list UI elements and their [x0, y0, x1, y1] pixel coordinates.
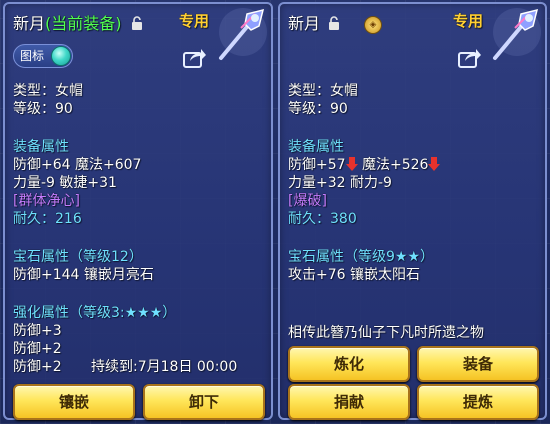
- icon-toggle[interactable]: 图标: [13, 44, 73, 68]
- share-icon[interactable]: [183, 46, 207, 68]
- lock-icon[interactable]: [131, 16, 143, 30]
- enhance-line-3: 防御+2: [13, 359, 62, 375]
- donate-button[interactable]: 捐献: [288, 384, 410, 420]
- down-arrow-icon: [428, 157, 441, 171]
- unequip-button[interactable]: 卸下: [143, 384, 265, 420]
- item-name: 新月: [288, 14, 321, 33]
- item-name-text: 新月: [13, 14, 46, 33]
- item-name: 新月(当前装备): [13, 14, 122, 34]
- enhance-line-1: 防御+3: [13, 323, 62, 339]
- lore-text: 相传此簪乃仙子下凡时所遗之物: [288, 325, 484, 341]
- equip-button[interactable]: 装备: [417, 346, 539, 382]
- weapon-icon: [219, 8, 267, 60]
- special-skill: [群体净心]: [13, 193, 80, 209]
- compare-equipment-panel: 新月 ◈ 专用 类型：女帽 等级：90 装备属性 防御+57 魔法+526 力量…: [278, 2, 547, 420]
- toggle-label: 图标: [20, 49, 45, 63]
- inlay-button[interactable]: 镶嵌: [13, 384, 135, 420]
- attr-line-1: 防御+64 魔法+607: [13, 157, 142, 173]
- current-equipment-panel: 新月(当前装备) 专用 图标 类型：女帽 等级：90 装备属性 防御+64 魔法…: [3, 2, 273, 420]
- lock-icon[interactable]: [328, 16, 340, 30]
- level-line: 等级：90: [13, 101, 73, 117]
- special-skill: [爆破]: [288, 193, 327, 209]
- exclusive-label: 专用: [453, 12, 484, 30]
- type-line: 类型：女帽: [13, 83, 83, 99]
- share-icon[interactable]: [458, 46, 482, 68]
- level-line: 等级：90: [288, 101, 348, 117]
- extract-button[interactable]: 提炼: [417, 384, 539, 420]
- duration-text: 持续到:7月18日 00:00: [91, 359, 238, 375]
- defense-value: 防御+57: [288, 157, 346, 173]
- equip-attr-label: 装备属性: [13, 139, 69, 155]
- weapon-icon: [493, 8, 541, 60]
- magic-value: 魔法+526: [362, 157, 429, 173]
- equip-attr-label: 装备属性: [288, 139, 344, 155]
- gem-attr-label: 宝石属性（等级12）: [13, 249, 143, 265]
- gem-attr-label: 宝石属性（等级9★★）: [288, 249, 435, 265]
- durability: 耐久：216: [13, 211, 82, 227]
- enhance-line-2: 防御+2: [13, 341, 62, 357]
- durability: 耐久：380: [288, 211, 357, 227]
- gem-line: 攻击+76 镶嵌太阳石: [288, 267, 420, 283]
- exclusive-label: 专用: [179, 12, 210, 30]
- type-line: 类型：女帽: [288, 83, 358, 99]
- down-arrow-icon: [345, 157, 358, 171]
- enhance-attr-label: 强化属性（等级3:★★★）: [13, 305, 177, 321]
- attr-line-2: 力量+32 耐力-9: [288, 175, 392, 191]
- badge-icon: ◈: [364, 16, 382, 34]
- equipped-tag: (当前装备): [45, 14, 122, 33]
- refine-button[interactable]: 炼化: [288, 346, 410, 382]
- attr-line-1: 防御+57 魔法+526: [288, 156, 441, 174]
- gem-line: 防御+144 镶嵌月亮石: [13, 267, 154, 283]
- toggle-knob: [51, 46, 71, 66]
- attr-line-2: 力量-9 敏捷+31: [13, 175, 117, 191]
